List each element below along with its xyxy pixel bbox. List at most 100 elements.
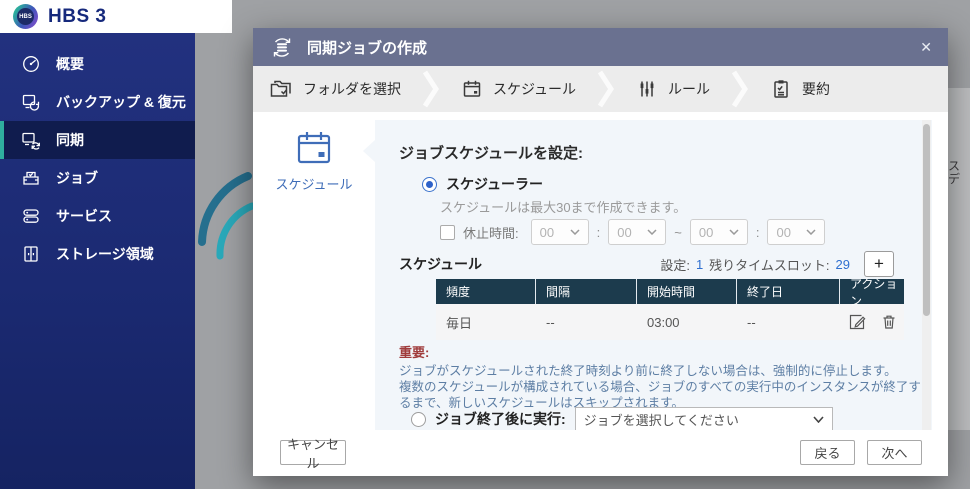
cell-interval: -- (536, 315, 637, 330)
time-separator: : (756, 225, 760, 240)
sidebar-item-sync[interactable]: 同期 (0, 121, 195, 159)
sidebar-item-services[interactable]: サービス (0, 197, 195, 235)
step-label: スケジュール (493, 79, 576, 99)
pause-start-hour-select[interactable]: 00 (531, 219, 589, 245)
scheduler-radio[interactable] (422, 177, 437, 192)
app-topbar: HBS HBS 3 (0, 0, 232, 33)
step-summary[interactable]: 要約 (770, 78, 830, 100)
folders-icon (269, 78, 293, 100)
pause-end-hour-select[interactable]: 00 (690, 219, 748, 245)
signal-arcs-graphic (196, 172, 254, 290)
sidebar-item-overview[interactable]: 概要 (0, 45, 195, 83)
warning-title: 重要: (399, 342, 921, 361)
step-schedule[interactable]: スケジュール (461, 78, 576, 100)
step-side-label: スケジュール (253, 174, 375, 193)
range-separator: ~ (674, 225, 682, 240)
schedule-table-header: 頻度 間隔 開始時間 終了日 アクション (436, 279, 904, 304)
chevron-down-icon (806, 229, 816, 235)
warning-line: ジョブがスケジュールされた終了時刻より前に終了しない場合は、強制的に停止します。 (399, 363, 921, 379)
sidebar-item-jobs[interactable]: ジョブ (0, 159, 195, 197)
sidebar: 概要 バックアップ & 復元 同期 ジョブ (0, 33, 195, 489)
step-side-panel: スケジュール (253, 112, 375, 430)
sync-icon (21, 130, 41, 150)
column-header-start-time: 開始時間 (637, 279, 737, 304)
hbs-logo-text: HBS (17, 8, 34, 25)
step-separator-icon (732, 69, 748, 109)
dialog-content: スケジュール ジョブスケジュールを設定: スケジューラー スケジュールは最大30… (253, 112, 948, 430)
dialog-header: 同期ジョブの作成 ✕ (253, 28, 948, 66)
chevron-down-icon (729, 229, 739, 235)
background-text-fragment: デ (948, 173, 970, 186)
sync-job-icon (269, 34, 295, 60)
column-header-frequency: 頻度 (436, 279, 536, 304)
cell-start-time: 03:00 (637, 315, 737, 330)
post-job-radio[interactable] (411, 412, 426, 427)
schedule-table: 頻度 間隔 開始時間 終了日 アクション 毎日 -- 03:00 -- (436, 279, 904, 340)
select-value: 00 (776, 225, 790, 240)
scheduler-label: スケジューラー (446, 174, 543, 194)
step-label: 要約 (802, 79, 830, 99)
pause-time-checkbox[interactable] (440, 225, 455, 240)
set-count-value: 1 (696, 257, 703, 272)
slots-value: 29 (836, 257, 850, 272)
time-separator: : (597, 225, 601, 240)
schedule-list-label: スケジュール (399, 254, 482, 274)
pause-time-row: 休止時間: 00 : 00 ~ 00 : (440, 219, 825, 245)
step-separator-icon (423, 69, 439, 109)
scheduler-option-row: スケジューラー (422, 174, 543, 194)
pause-start-minute-select[interactable]: 00 (608, 219, 666, 245)
chevron-down-icon (570, 229, 580, 235)
add-schedule-button[interactable]: + (864, 251, 894, 277)
pause-end-minute-select[interactable]: 00 (767, 219, 825, 245)
jobs-icon (21, 168, 41, 188)
delete-schedule-button[interactable] (880, 313, 898, 331)
hbs-logo-icon: HBS (13, 4, 38, 29)
wizard-steps: フォルダを選択 スケジュール (253, 66, 948, 112)
scrollbar-thumb[interactable] (923, 124, 930, 316)
summary-icon (770, 78, 792, 100)
edit-schedule-button[interactable] (848, 313, 866, 331)
select-value: 00 (540, 225, 554, 240)
chevron-down-icon (813, 416, 824, 423)
schedule-row: 毎日 -- 03:00 -- (436, 304, 904, 340)
post-job-option-row: ジョブ終了後に実行: ジョブを選択してください (411, 407, 833, 430)
schedule-step-icon (294, 128, 334, 168)
next-button[interactable]: 次へ (867, 440, 922, 465)
step-label: ルール (668, 79, 710, 99)
sidebar-item-label: ジョブ (56, 168, 98, 188)
close-button[interactable]: ✕ (920, 40, 932, 54)
panel-heading: ジョブスケジュールを設定: (399, 142, 583, 163)
content-scrollbar[interactable] (922, 120, 931, 430)
step-separator-icon (598, 69, 614, 109)
warning-block: 重要: ジョブがスケジュールされた終了時刻より前に終了しない場合は、強制的に停止… (399, 342, 921, 411)
sidebar-item-label: サービス (56, 206, 112, 226)
step-label: フォルダを選択 (303, 79, 401, 99)
chevron-down-icon (647, 229, 657, 235)
schedule-panel: ジョブスケジュールを設定: スケジューラー スケジュールは最大30まで作成できま… (375, 120, 932, 430)
step-rules[interactable]: ルール (636, 78, 710, 100)
back-button[interactable]: 戻る (800, 440, 855, 465)
sidebar-item-label: バックアップ & 復元 (56, 92, 186, 112)
calendar-icon (461, 78, 483, 100)
sidebar-item-label: 同期 (56, 130, 84, 150)
sliders-icon (636, 78, 658, 100)
cancel-button[interactable]: キャンセル (280, 440, 346, 465)
schedule-counters: 設定: 1 残りタイムスロット: 29 + (660, 251, 894, 277)
dialog-footer: キャンセル 戻る 次へ (253, 430, 948, 476)
slots-label: 残りタイムスロット: (709, 255, 829, 274)
sidebar-item-storage-space[interactable]: ストレージ領域 (0, 235, 195, 273)
set-count-label: 設定: (660, 255, 690, 274)
cell-actions (840, 313, 904, 331)
post-job-select[interactable]: ジョブを選択してください (575, 407, 833, 430)
select-value: 00 (699, 225, 713, 240)
column-header-end-date: 終了日 (737, 279, 840, 304)
screen: HBS HBS 3 概要 バックアップ & 復元 同期 (0, 0, 970, 489)
app-title: HBS 3 (48, 6, 106, 28)
sidebar-item-backup-restore[interactable]: バックアップ & 復元 (0, 83, 195, 121)
select-value: ジョブを選択してください (584, 410, 739, 429)
background-page-edge: ス デ (948, 88, 970, 430)
post-job-label: ジョブ終了後に実行: (435, 409, 566, 429)
column-header-interval: 間隔 (536, 279, 637, 304)
step-select-folders[interactable]: フォルダを選択 (269, 78, 401, 100)
select-value: 00 (617, 225, 631, 240)
